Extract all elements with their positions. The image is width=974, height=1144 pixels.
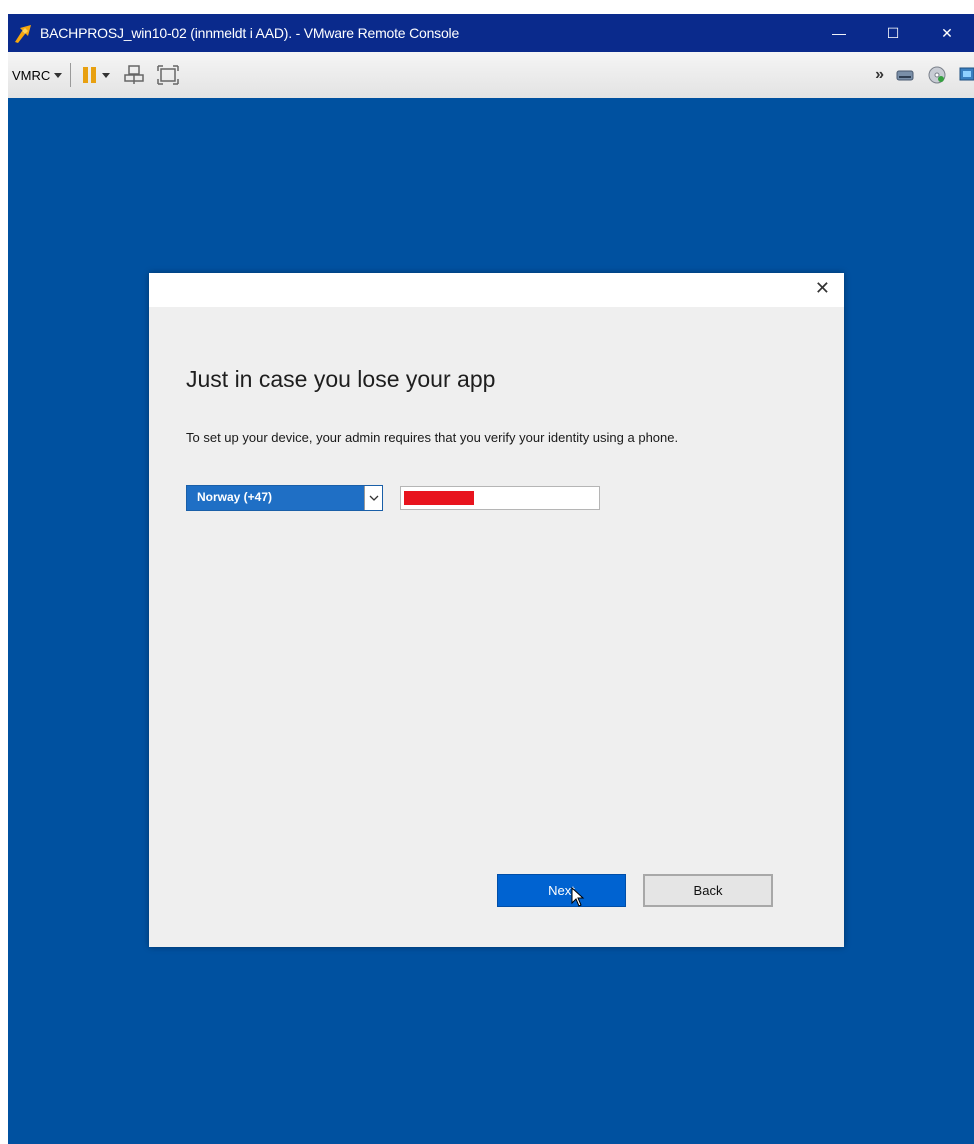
pause-icon <box>83 67 111 83</box>
minimize-icon: — <box>832 25 846 41</box>
vmrc-menu-label: VMRC <box>12 67 51 83</box>
more-chevron-icon[interactable]: » <box>875 66 884 84</box>
toolbar-divider <box>70 63 72 87</box>
dialog-header: ✕ <box>149 273 844 307</box>
back-button-label: Back <box>693 883 723 898</box>
country-code-value: Norway (+47) <box>197 490 273 504</box>
cd-dvd-icon[interactable] <box>926 65 948 85</box>
fullscreen-button[interactable] <box>157 65 180 85</box>
minimize-button[interactable]: — <box>812 14 866 52</box>
maximize-icon: ☐ <box>886 24 900 41</box>
dialog-close-button[interactable]: ✕ <box>815 278 830 299</box>
country-code-select[interactable]: Norway (+47) <box>186 485 383 511</box>
window-left-edge <box>0 0 8 1144</box>
vmrc-dropdown-icon <box>54 72 63 78</box>
verify-identity-dialog: ✕ Just in case you lose your app To set … <box>149 273 844 947</box>
back-button[interactable]: Back <box>643 874 773 907</box>
send-ctrl-alt-del-button[interactable] <box>123 65 145 85</box>
dialog-heading: Just in case you lose your app <box>186 366 496 392</box>
removable-device-icon[interactable] <box>894 65 916 85</box>
redacted-phone-number <box>404 491 474 505</box>
close-icon: ✕ <box>941 24 953 41</box>
send-ctrl-alt-del-icon <box>124 65 145 84</box>
mouse-pointer-icon <box>571 887 585 907</box>
vmrc-menu-button[interactable]: VMRC <box>12 67 63 83</box>
pause-button[interactable] <box>81 65 111 85</box>
vm-desktop[interactable]: ✕ Just in case you lose your app To set … <box>8 98 974 1144</box>
fullscreen-icon <box>157 65 180 85</box>
vmware-app-icon <box>12 22 34 44</box>
window-title: BACHPROSJ_win10-02 (innmeldt i AAD). - V… <box>40 25 460 41</box>
next-button[interactable]: Next <box>497 874 626 907</box>
network-icon[interactable] <box>958 65 974 85</box>
close-window-button[interactable]: ✕ <box>920 14 974 52</box>
chevron-down-icon[interactable] <box>364 486 382 510</box>
phone-number-input[interactable] <box>400 486 600 510</box>
dialog-description: To set up your device, your admin requir… <box>186 430 679 445</box>
maximize-button[interactable]: ☐ <box>866 14 920 52</box>
window-title-bar[interactable]: BACHPROSJ_win10-02 (innmeldt i AAD). - V… <box>8 14 974 52</box>
vmrc-toolbar: VMRC » <box>8 52 974 99</box>
